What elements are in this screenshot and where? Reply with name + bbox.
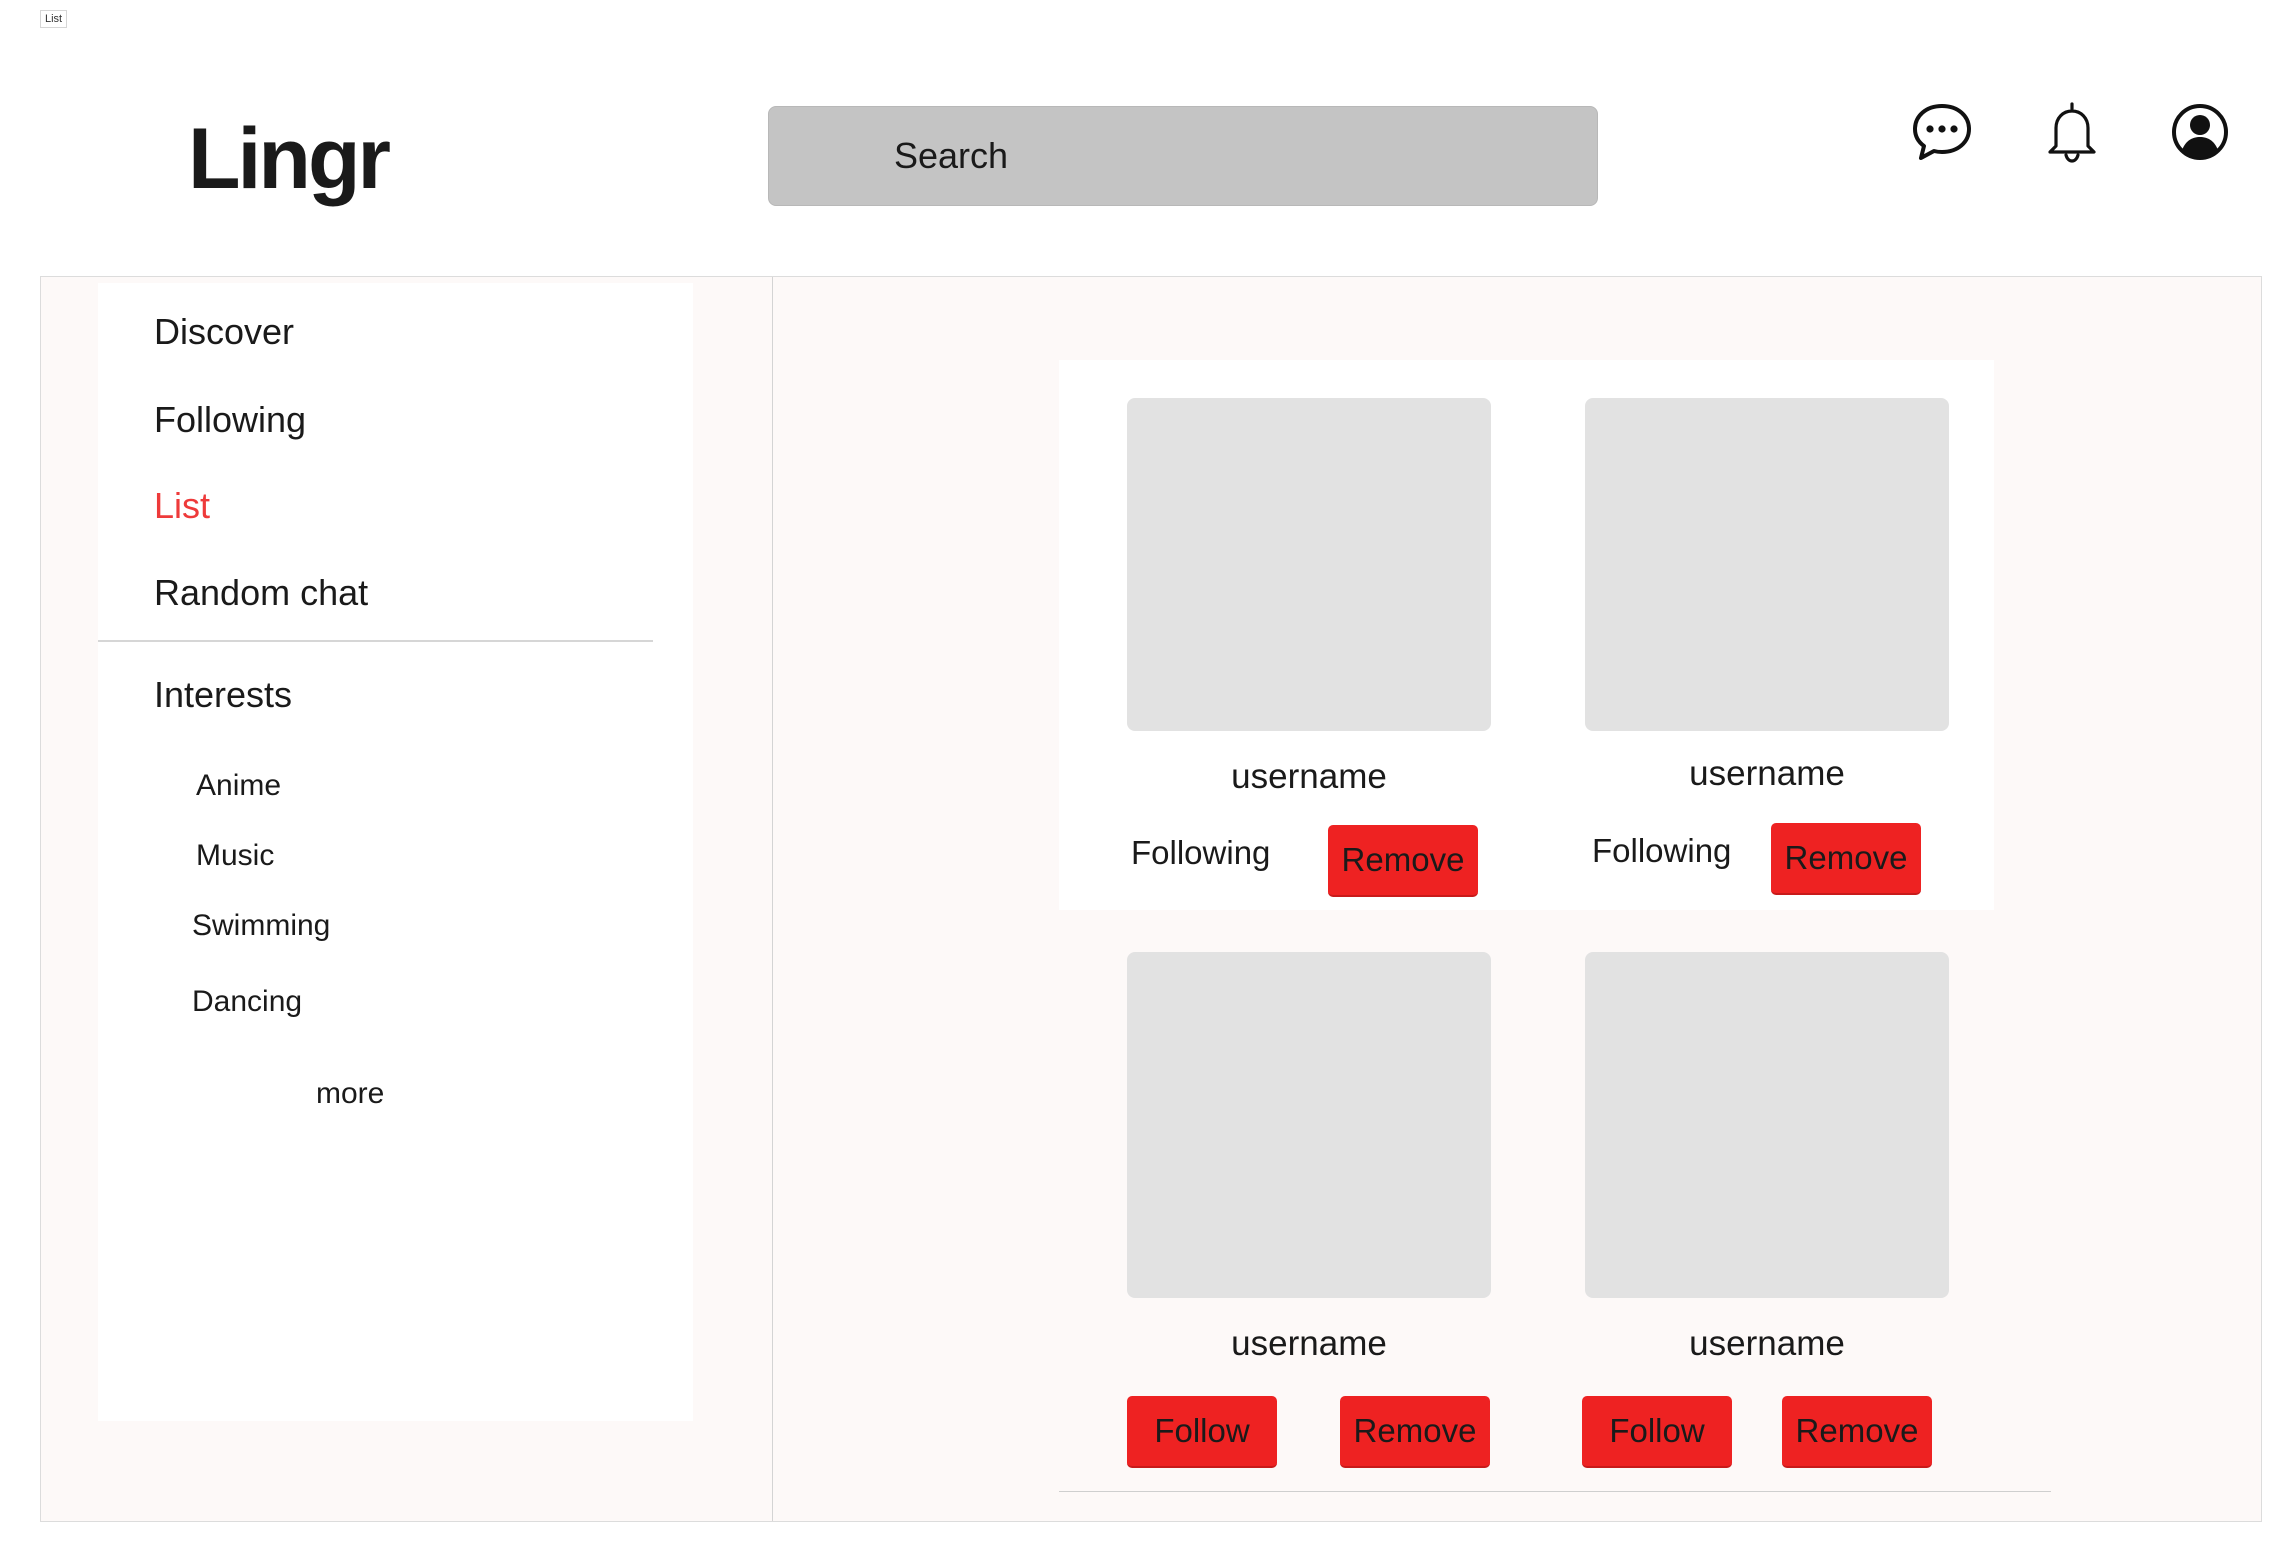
following-status: Following (1131, 834, 1271, 871)
card-username[interactable]: username (1127, 1324, 1491, 1364)
interests-heading: Interests (154, 674, 293, 715)
sidebar-item-following[interactable]: Following (154, 399, 306, 441)
bell-icon[interactable] (2040, 100, 2104, 164)
search-input[interactable]: Search (768, 106, 1598, 206)
user-avatar-placeholder[interactable] (1127, 398, 1491, 731)
remove-button[interactable]: Remove (1328, 825, 1478, 897)
sidebar-item-discover[interactable]: Discover (154, 311, 294, 353)
follow-button[interactable]: Follow (1582, 1396, 1732, 1468)
sidebar-separator (98, 640, 653, 642)
follow-button[interactable]: Follow (1127, 1396, 1277, 1468)
user-avatar-placeholder[interactable] (1585, 398, 1949, 731)
sidebar-item-list[interactable]: List (154, 485, 210, 527)
column-divider (772, 277, 773, 1521)
card-username[interactable]: username (1127, 757, 1491, 797)
app-logo[interactable]: Lingr (188, 110, 391, 209)
sidebar: Discover Following List Random chat Inte… (98, 283, 693, 1421)
interest-music[interactable]: Music (196, 839, 274, 873)
card-username[interactable]: username (1585, 1324, 1949, 1364)
interest-anime[interactable]: Anime (196, 769, 281, 803)
search-placeholder: Search (894, 135, 1009, 176)
interest-swimming[interactable]: Swimming (192, 909, 330, 943)
chat-bubble-icon[interactable] (1910, 100, 1974, 164)
user-avatar-icon[interactable] (2168, 100, 2232, 164)
card-username[interactable]: username (1585, 754, 1949, 794)
user-avatar-placeholder[interactable] (1585, 952, 1949, 1298)
remove-button[interactable]: Remove (1340, 1396, 1490, 1468)
user-avatar-placeholder[interactable] (1127, 952, 1491, 1298)
remove-button[interactable]: Remove (1782, 1396, 1932, 1468)
remove-button[interactable]: Remove (1771, 823, 1921, 895)
following-status: Following (1592, 832, 1732, 869)
frame-label: List (40, 10, 68, 28)
interest-dancing[interactable]: Dancing (192, 985, 302, 1019)
sidebar-item-random-chat[interactable]: Random chat (154, 572, 368, 614)
more-link[interactable]: more (316, 1077, 384, 1111)
list-bottom-divider (1059, 1491, 2051, 1492)
